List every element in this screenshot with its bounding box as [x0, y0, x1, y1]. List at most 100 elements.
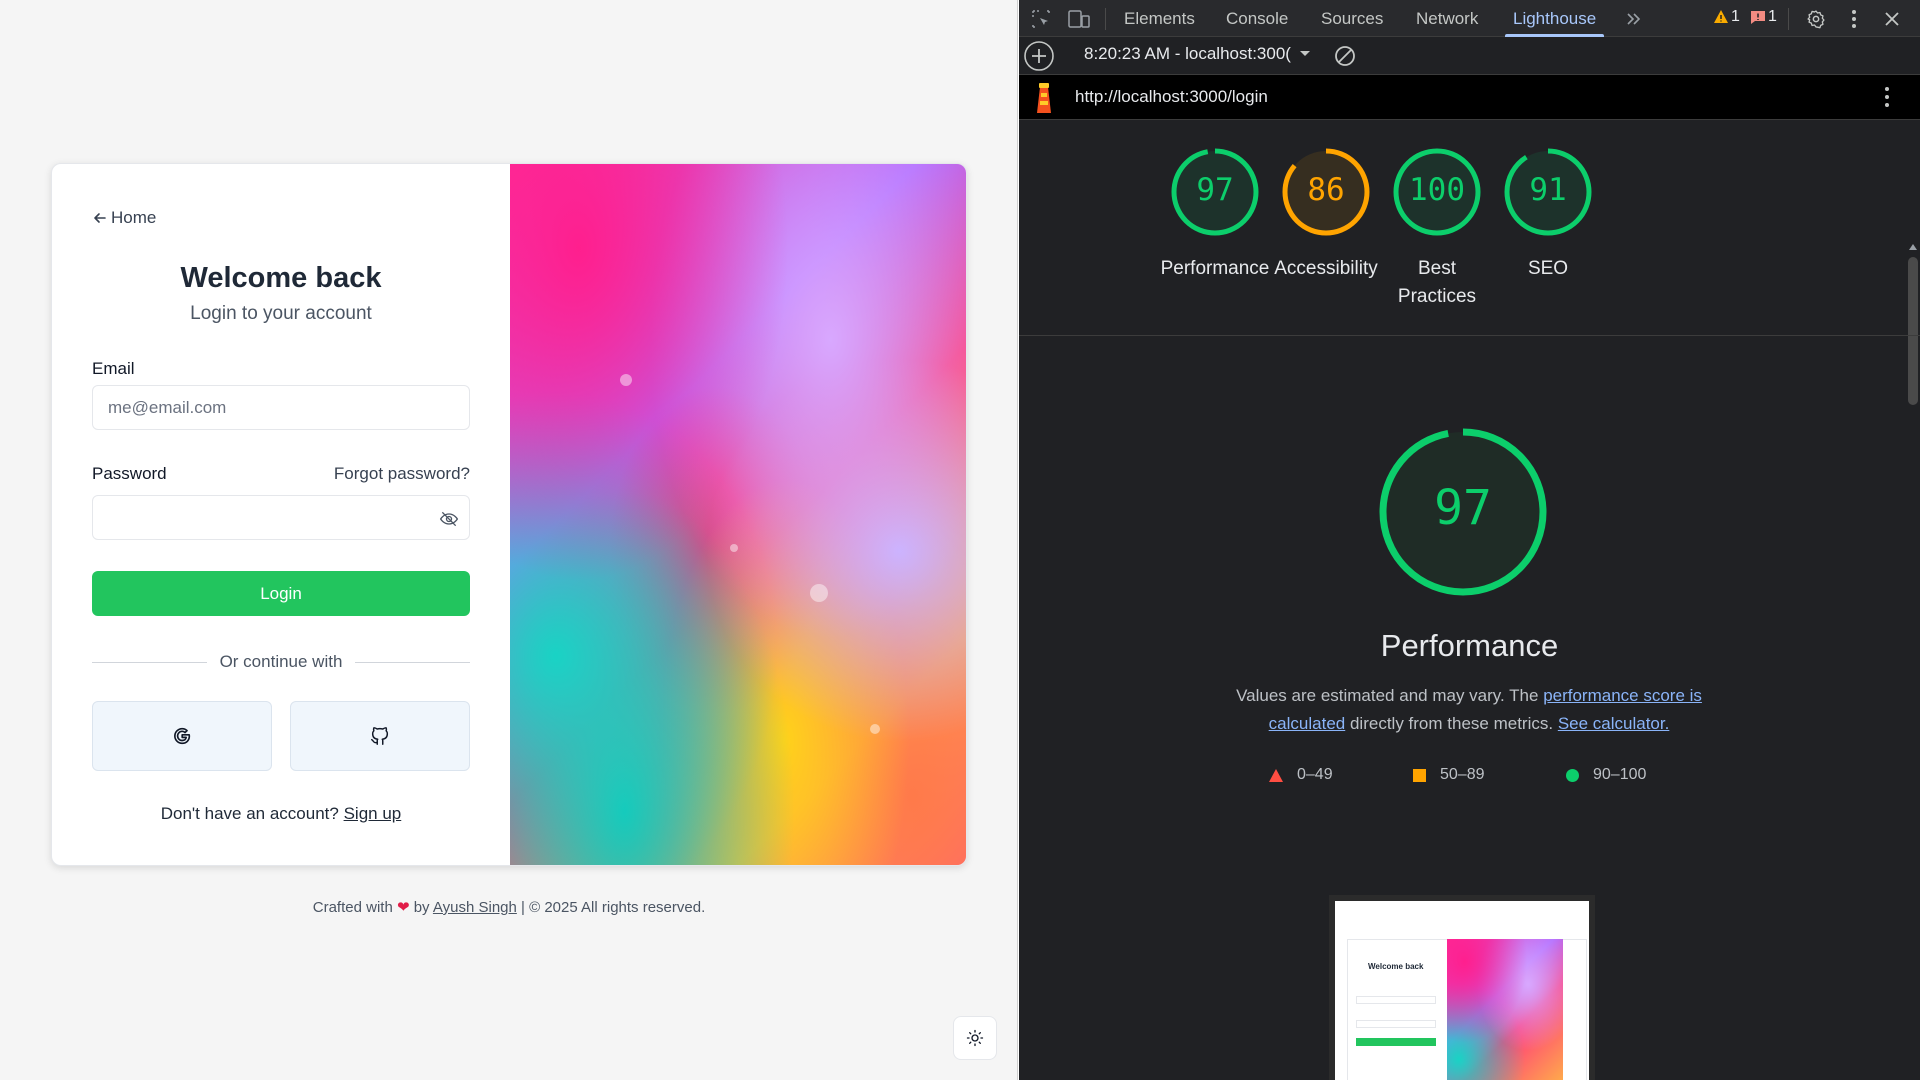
report-scrollbar[interactable]: [1908, 257, 1918, 405]
signup-link[interactable]: Sign up: [344, 804, 402, 823]
triangle-icon: [1269, 768, 1283, 782]
report-url-bar: http://localhost:3000/login: [1019, 75, 1920, 120]
legend-average-label: 50–89: [1440, 766, 1485, 783]
gauge-score: 86: [1307, 172, 1345, 208]
welcome-subtitle: Login to your account: [190, 303, 372, 324]
desc-text: Values are estimated and may vary. The: [1236, 686, 1539, 705]
gauge-score: 97: [1196, 172, 1234, 208]
gauge-performance[interactable]: 97 Performance: [1155, 146, 1275, 283]
divider-text: Or continue with: [219, 652, 343, 671]
login-button[interactable]: Login: [92, 571, 470, 616]
footer-crafted: Crafted with: [312, 899, 393, 916]
gauge-score: 91: [1529, 172, 1567, 208]
error-count: 1: [1768, 8, 1777, 25]
square-icon: [1413, 768, 1426, 782]
theme-toggle-button[interactable]: [953, 1016, 997, 1060]
arrow-left-icon: [94, 213, 106, 223]
thumbnail-art: [1447, 939, 1563, 1080]
password-label: Password: [92, 464, 167, 483]
legend-pass: 90–100: [1566, 766, 1646, 784]
art-splash: [870, 724, 880, 734]
circle-icon: [1566, 768, 1579, 782]
login-card: Home Welcome back Login to your account …: [51, 163, 967, 866]
footer-rights: | © 2025 All rights reserved.: [521, 899, 706, 916]
gauge-score: 100: [1409, 172, 1465, 208]
thumbnail-input: [1356, 1020, 1436, 1028]
email-label: Email: [92, 359, 135, 378]
tab-console[interactable]: Console: [1226, 0, 1288, 37]
gauge-best-practices[interactable]: 100 Best Practices: [1377, 146, 1497, 311]
forgot-password-link[interactable]: Forgot password?: [334, 464, 470, 484]
new-report-plus-icon[interactable]: [1023, 40, 1055, 72]
scroll-up-arrow[interactable]: [1909, 244, 1917, 250]
thumbnail-input: [1356, 996, 1436, 1004]
screen: Home Welcome back Login to your account …: [0, 0, 1920, 1080]
home-link[interactable]: Home: [92, 208, 156, 228]
or-divider: Or continue with: [92, 650, 470, 674]
see-calculator-link[interactable]: See calculator.: [1558, 714, 1670, 733]
legend-average: 50–89: [1413, 766, 1485, 784]
performance-description: Values are estimated and may vary. The p…: [1209, 682, 1729, 738]
password-input[interactable]: [92, 495, 470, 540]
performance-big-title: Performance: [1380, 628, 1559, 663]
github-icon: [371, 727, 389, 745]
tab-sources[interactable]: Sources: [1321, 0, 1383, 37]
settings-gear-icon[interactable]: [1804, 7, 1828, 31]
lighthouse-logo-icon: [1037, 83, 1051, 113]
gauge-seo[interactable]: 91 SEO: [1488, 146, 1608, 283]
gauge-label: Best Practices: [1397, 258, 1477, 307]
tab-elements[interactable]: Elements: [1124, 0, 1195, 37]
legend-pass-label: 90–100: [1593, 766, 1647, 783]
footer: Crafted with ❤ by Ayush Singh | © 2025 A…: [51, 898, 967, 916]
tab-lighthouse[interactable]: Lighthouse: [1504, 0, 1605, 37]
legend-fail: 0–49: [1269, 766, 1333, 784]
heart-icon: ❤: [396, 899, 410, 916]
google-login-button[interactable]: [92, 701, 272, 771]
footer-by: by: [413, 899, 430, 916]
github-login-button[interactable]: [290, 701, 470, 771]
more-options-icon[interactable]: [1842, 7, 1866, 31]
device-toolbar-icon[interactable]: [1067, 7, 1091, 31]
devtools-panel: Elements Console Sources Network Lightho…: [1019, 0, 1920, 1080]
report-select[interactable]: 8:20:23 AM - localhost:300(: [1084, 44, 1311, 64]
abstract-art-image: [510, 164, 966, 865]
page-screenshot-thumbnail[interactable]: Welcome back: [1329, 895, 1595, 1080]
close-icon[interactable]: [1880, 7, 1904, 31]
art-splash: [810, 584, 828, 602]
desc-text-2: directly from these metrics.: [1349, 714, 1554, 733]
author-link[interactable]: Ayush Singh: [433, 899, 517, 916]
clear-report-icon[interactable]: [1333, 44, 1357, 68]
login-form: Home Welcome back Login to your account …: [52, 164, 510, 865]
devtools-tabbar: Elements Console Sources Network Lightho…: [1019, 0, 1920, 37]
report-menu-icon[interactable]: [1884, 86, 1890, 108]
tab-network[interactable]: Network: [1416, 0, 1478, 37]
warning-count: 1: [1731, 8, 1740, 25]
lighthouse-toolbar: 8:20:23 AM - localhost:300(: [1019, 37, 1920, 75]
toolbar-separator: [1788, 8, 1789, 30]
lighthouse-report: 97 Performance 86 Accessibility 100 Best Prac…: [1019, 120, 1920, 1080]
performance-big-score: 97: [1434, 480, 1492, 536]
art-splash: [620, 374, 632, 386]
gauge-accessibility[interactable]: 86 Accessibility: [1266, 146, 1386, 283]
art-splash: [730, 544, 738, 552]
report-divider: [1019, 335, 1920, 336]
eye-off-icon[interactable]: [439, 509, 459, 529]
error-icon: [1751, 11, 1765, 24]
welcome-title: Welcome back: [180, 262, 382, 294]
home-link-label: Home: [111, 208, 157, 227]
gauge-label: SEO: [1527, 258, 1569, 279]
chevron-down-icon: [1299, 51, 1310, 56]
warnings-badge[interactable]: 1: [1713, 8, 1740, 26]
signup-row: Don't have an account? Sign up: [52, 804, 510, 824]
email-input[interactable]: [92, 385, 470, 430]
sun-icon: [966, 1029, 984, 1047]
thumbnail-title: Welcome back: [1368, 962, 1424, 971]
signup-prompt: Don't have an account?: [160, 804, 339, 823]
legend-fail-label: 0–49: [1297, 766, 1333, 783]
gauge-label: Accessibility: [1274, 258, 1378, 279]
report-select-value: 8:20:23 AM - localhost:300(: [1084, 44, 1291, 63]
inspect-element-icon[interactable]: [1029, 7, 1053, 31]
more-tabs-icon[interactable]: [1622, 7, 1646, 31]
errors-badge[interactable]: 1: [1750, 8, 1777, 26]
warning-icon: [1714, 10, 1728, 23]
